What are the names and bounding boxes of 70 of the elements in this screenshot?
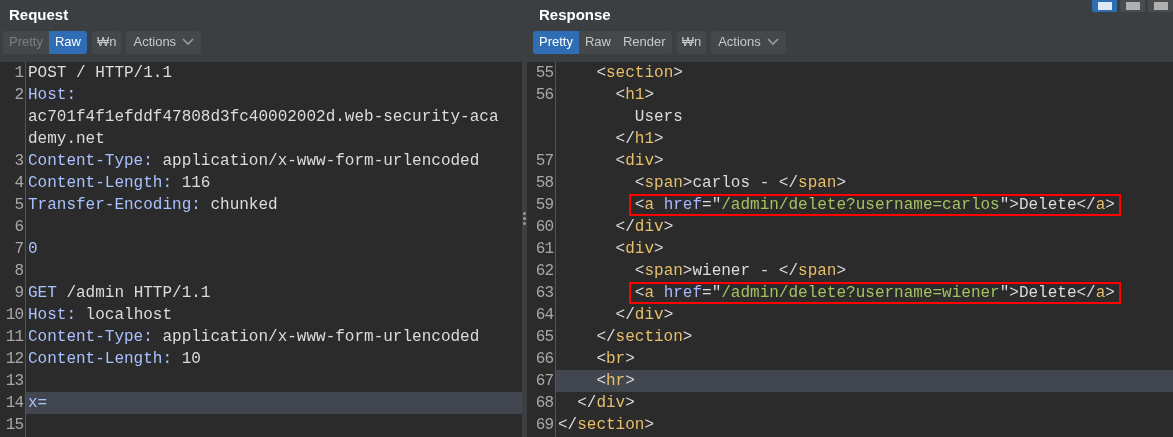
line-number: 57 bbox=[535, 152, 553, 170]
layout-icon bbox=[1153, 2, 1168, 10]
layout-icon bbox=[1097, 2, 1112, 10]
layout-button[interactable] bbox=[1092, 0, 1117, 12]
code-line: </section> bbox=[595, 327, 694, 348]
line-number: 67 bbox=[535, 372, 553, 390]
actions-button[interactable]: Actions bbox=[711, 30, 786, 54]
line-number: 64 bbox=[535, 306, 553, 324]
line-number: 14 bbox=[5, 394, 23, 412]
line-number: 7 bbox=[14, 240, 23, 258]
code-line: Content-Length: 116 bbox=[27, 173, 212, 194]
code-line: 0 bbox=[27, 239, 39, 260]
line-number: 62 bbox=[535, 262, 553, 280]
code-line: <div> bbox=[614, 151, 665, 172]
view-tab[interactable]: Raw bbox=[578, 30, 617, 54]
line-number: 68 bbox=[535, 394, 553, 412]
line-number: 61 bbox=[535, 240, 553, 258]
line-number: 4 bbox=[14, 174, 23, 192]
code-line: </div> bbox=[614, 305, 675, 326]
line-number: 12 bbox=[5, 350, 23, 368]
pane-title: Response bbox=[539, 5, 611, 25]
view-tab[interactable]: Pretty bbox=[533, 30, 579, 54]
line-number: 8 bbox=[14, 262, 23, 280]
line-number: 3 bbox=[14, 152, 23, 170]
code-line: <h1> Users </h1> bbox=[614, 85, 684, 150]
line-number: 9 bbox=[14, 284, 23, 302]
newline-toggle-button[interactable]: ₩n bbox=[676, 30, 707, 54]
code-line: <div> bbox=[614, 239, 665, 260]
line-number: 66 bbox=[535, 350, 553, 368]
line-number: 11 bbox=[5, 328, 23, 346]
layout-button[interactable] bbox=[1120, 0, 1145, 12]
line-number: 15 bbox=[5, 416, 23, 434]
line-number: 13 bbox=[5, 372, 23, 390]
line-number: 69 bbox=[535, 416, 553, 434]
code-line: POST / HTTP/1.1 bbox=[27, 63, 174, 84]
code-line: </section> bbox=[557, 415, 656, 436]
line-number: 60 bbox=[535, 218, 553, 236]
pane-title: Request bbox=[9, 5, 69, 25]
line-number: 56 bbox=[535, 86, 553, 104]
line-number: 1 bbox=[14, 64, 23, 82]
code-line: </div> bbox=[576, 393, 636, 414]
newline-toggle-button[interactable]: ₩n bbox=[92, 30, 122, 54]
line-number: 2 bbox=[14, 86, 23, 104]
view-tab[interactable]: Render bbox=[617, 30, 672, 54]
layout-icon bbox=[1125, 2, 1140, 10]
line-number: 63 bbox=[535, 284, 553, 302]
code-line: <span>wiener - </span> bbox=[633, 261, 848, 282]
line-number: 59 bbox=[535, 196, 553, 214]
line-number: 5 bbox=[14, 196, 23, 214]
line-number: 10 bbox=[5, 306, 23, 324]
actions-button[interactable]: Actions bbox=[126, 30, 202, 54]
line-number: 65 bbox=[535, 328, 553, 346]
layout-button[interactable] bbox=[1148, 0, 1173, 12]
code-line: <section> bbox=[595, 63, 684, 84]
code-line: GET /admin HTTP/1.1 bbox=[27, 283, 212, 304]
code-line: </div> bbox=[614, 217, 675, 238]
code-line: Content-Type: application/x-www-form-urlencoded bbox=[27, 327, 481, 348]
chevron-down-icon bbox=[766, 38, 779, 46]
chevron-down-icon bbox=[182, 38, 195, 46]
code-line: Content-Type: application/x-www-form-urlencoded bbox=[27, 151, 481, 172]
line-number: 58 bbox=[535, 174, 553, 192]
code-line: <span>carlos - </span> bbox=[633, 173, 848, 194]
code-line: <br> bbox=[595, 349, 636, 370]
view-tab[interactable]: Raw bbox=[48, 30, 87, 54]
line-number: 55 bbox=[535, 64, 553, 82]
line-number: 6 bbox=[14, 218, 23, 236]
code-line: Content-Length: 10 bbox=[27, 349, 202, 370]
code-line: Transfer-Encoding: chunked bbox=[27, 195, 279, 216]
split-handle[interactable] bbox=[522, 0, 527, 437]
code-line: Host: localhost bbox=[27, 305, 174, 326]
